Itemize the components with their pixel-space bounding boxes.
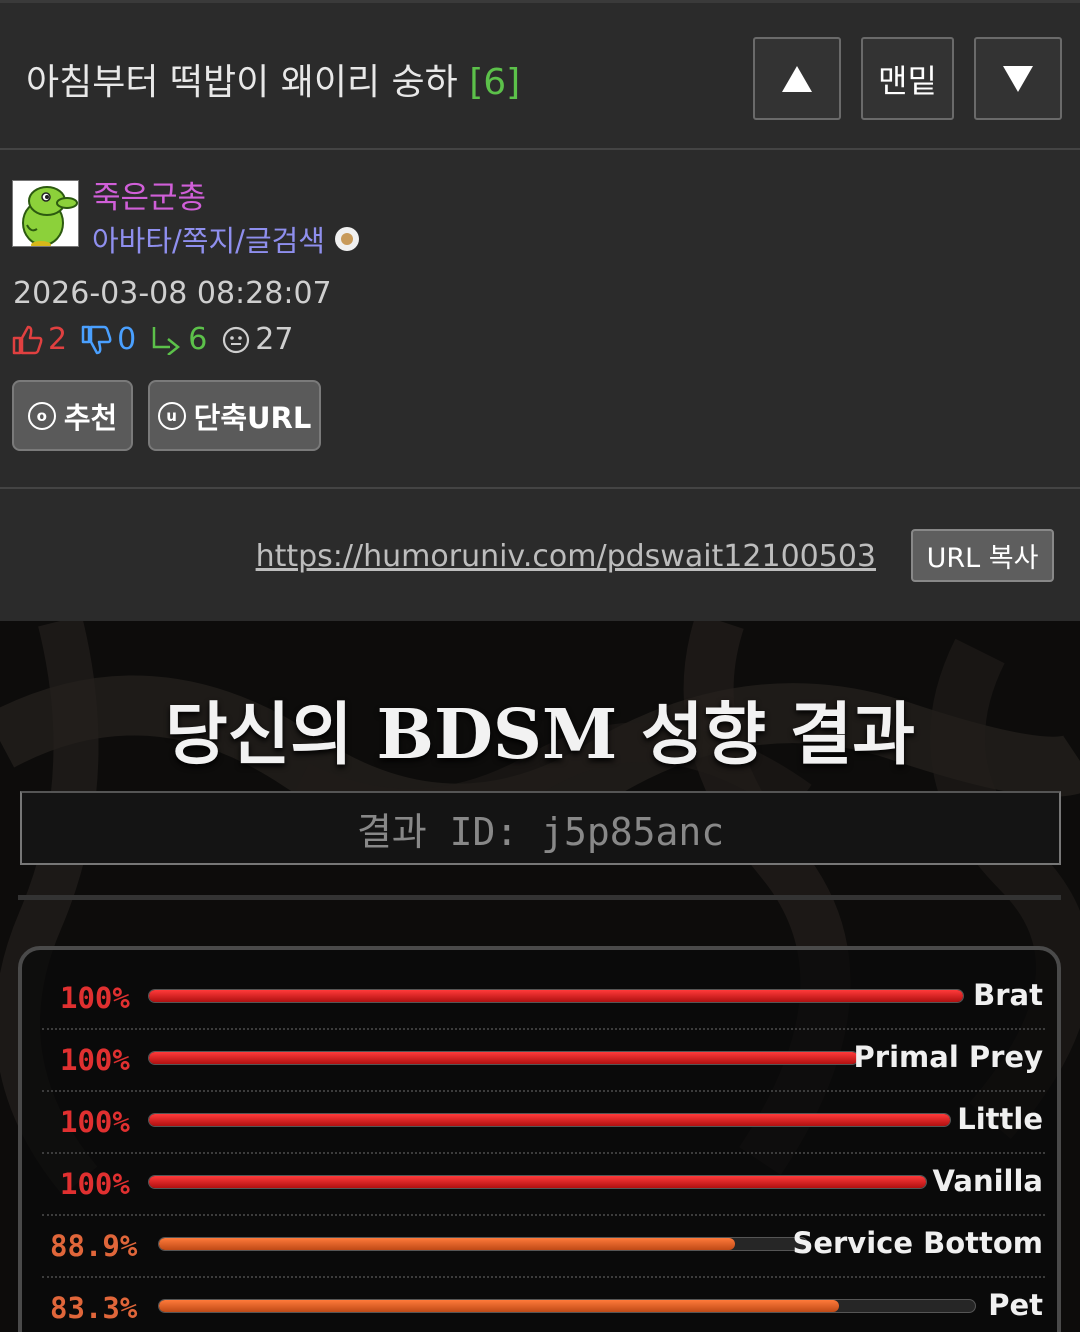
result-percent: 88.9% <box>50 1229 138 1263</box>
short-url-button[interactable]: u 단축URL <box>148 380 321 451</box>
result-bar-fill <box>149 1114 950 1126</box>
result-bar-fill <box>159 1300 839 1312</box>
medal-icon <box>334 227 359 251</box>
short-url-label: 단축URL <box>193 400 312 435</box>
result-row: 100% Brat <box>42 968 1045 1030</box>
author-links[interactable]: 아바타/쪽지/글검색 <box>92 218 359 260</box>
likes-count: 2 <box>48 322 68 357</box>
result-row: 83.3% Pet <box>42 1278 1045 1332</box>
result-image: 당신의 BDSM 성향 결과 결과 ID: j5p85anc 100% Brat… <box>0 621 1080 1332</box>
result-bar-track <box>158 1237 808 1251</box>
post-header: 아침부터 떡밥이 왜이리 숭하 [6] 맨밑 <box>0 0 1080 150</box>
result-bar-fill <box>159 1238 736 1250</box>
arrow-down-icon <box>1003 65 1033 92</box>
post-url-link[interactable]: https://humoruniv.com/pdswait12100503 <box>256 539 876 574</box>
url-row: https://humoruniv.com/pdswait12100503 UR… <box>0 487 1080 621</box>
views-count: 27 <box>255 322 294 357</box>
replies-count: 6 <box>188 322 208 357</box>
divider <box>18 895 1061 900</box>
author-links-text[interactable]: 아바타/쪽지/글검색 <box>92 218 325 260</box>
result-bar-track <box>148 1051 859 1065</box>
result-row: 100% Vanilla <box>42 1154 1045 1216</box>
result-percent: 100% <box>60 981 130 1015</box>
post-title-text: 아침부터 떡밥이 왜이리 숭하 <box>26 62 458 103</box>
thumbs-up-icon <box>12 325 43 354</box>
result-row: 88.9% Service Bottom <box>42 1216 1045 1278</box>
recommend-label: 추천 <box>63 400 118 435</box>
post-stats: 2 0 6 27 <box>12 322 307 357</box>
result-bar-track <box>148 1113 951 1127</box>
reply-arrow-icon <box>152 326 181 355</box>
post-date: 2026-03-08 08:28:07 <box>13 276 332 311</box>
result-bar-track <box>158 1299 976 1313</box>
result-name: Pet <box>988 1288 1043 1322</box>
recommend-button[interactable]: o 추천 <box>12 380 133 451</box>
post-title: 아침부터 떡밥이 왜이리 숭하 [6] <box>26 53 520 105</box>
result-id: 결과 ID: j5p85anc <box>20 791 1061 865</box>
author-block: 죽은군총 아바타/쪽지/글검색 2026-03-08 08:28:07 2 0 … <box>0 152 1080 487</box>
result-row: 100% Little <box>42 1092 1045 1154</box>
avatar-icon <box>13 181 78 246</box>
comment-count[interactable]: [6] <box>469 62 520 103</box>
dislikes-stat: 0 <box>81 322 136 357</box>
result-bar-track <box>148 1175 927 1189</box>
result-bar-track <box>148 989 964 1003</box>
result-name: Service Bottom <box>792 1226 1043 1260</box>
result-name: Vanilla <box>932 1164 1043 1198</box>
arrow-up-icon <box>782 65 812 92</box>
scroll-bottom-button[interactable]: 맨밑 <box>861 37 954 120</box>
scroll-down-button[interactable] <box>974 37 1062 120</box>
result-percent: 83.3% <box>50 1291 138 1325</box>
result-percent: 100% <box>60 1105 130 1139</box>
result-bar-fill <box>149 990 963 1002</box>
result-name: Primal Prey <box>853 1040 1043 1074</box>
result-name: Brat <box>973 978 1043 1012</box>
thumbs-down-icon <box>81 325 112 354</box>
result-bar-fill <box>149 1052 858 1064</box>
recommend-icon: o <box>27 401 56 430</box>
smiley-icon <box>223 326 250 353</box>
result-name: Little <box>957 1102 1043 1136</box>
result-panel: 100% Brat 100% Primal Prey 100% Little 1… <box>18 946 1061 1332</box>
url-copy-button[interactable]: URL 복사 <box>911 529 1054 582</box>
result-bar-fill <box>149 1176 926 1188</box>
views-stat: 27 <box>221 322 293 357</box>
replies-stat: 6 <box>150 322 207 357</box>
result-row: 100% Primal Prey <box>42 1030 1045 1092</box>
avatar[interactable] <box>12 180 79 247</box>
scroll-up-button[interactable] <box>753 37 841 120</box>
author-nickname[interactable]: 죽은군총 <box>92 172 206 217</box>
likes-stat: 2 <box>12 322 67 357</box>
short-url-icon: u <box>157 401 186 430</box>
result-title: 당신의 BDSM 성향 결과 <box>165 695 915 775</box>
result-percent: 100% <box>60 1167 130 1201</box>
dislikes-count: 0 <box>117 322 137 357</box>
result-percent: 100% <box>60 1043 130 1077</box>
